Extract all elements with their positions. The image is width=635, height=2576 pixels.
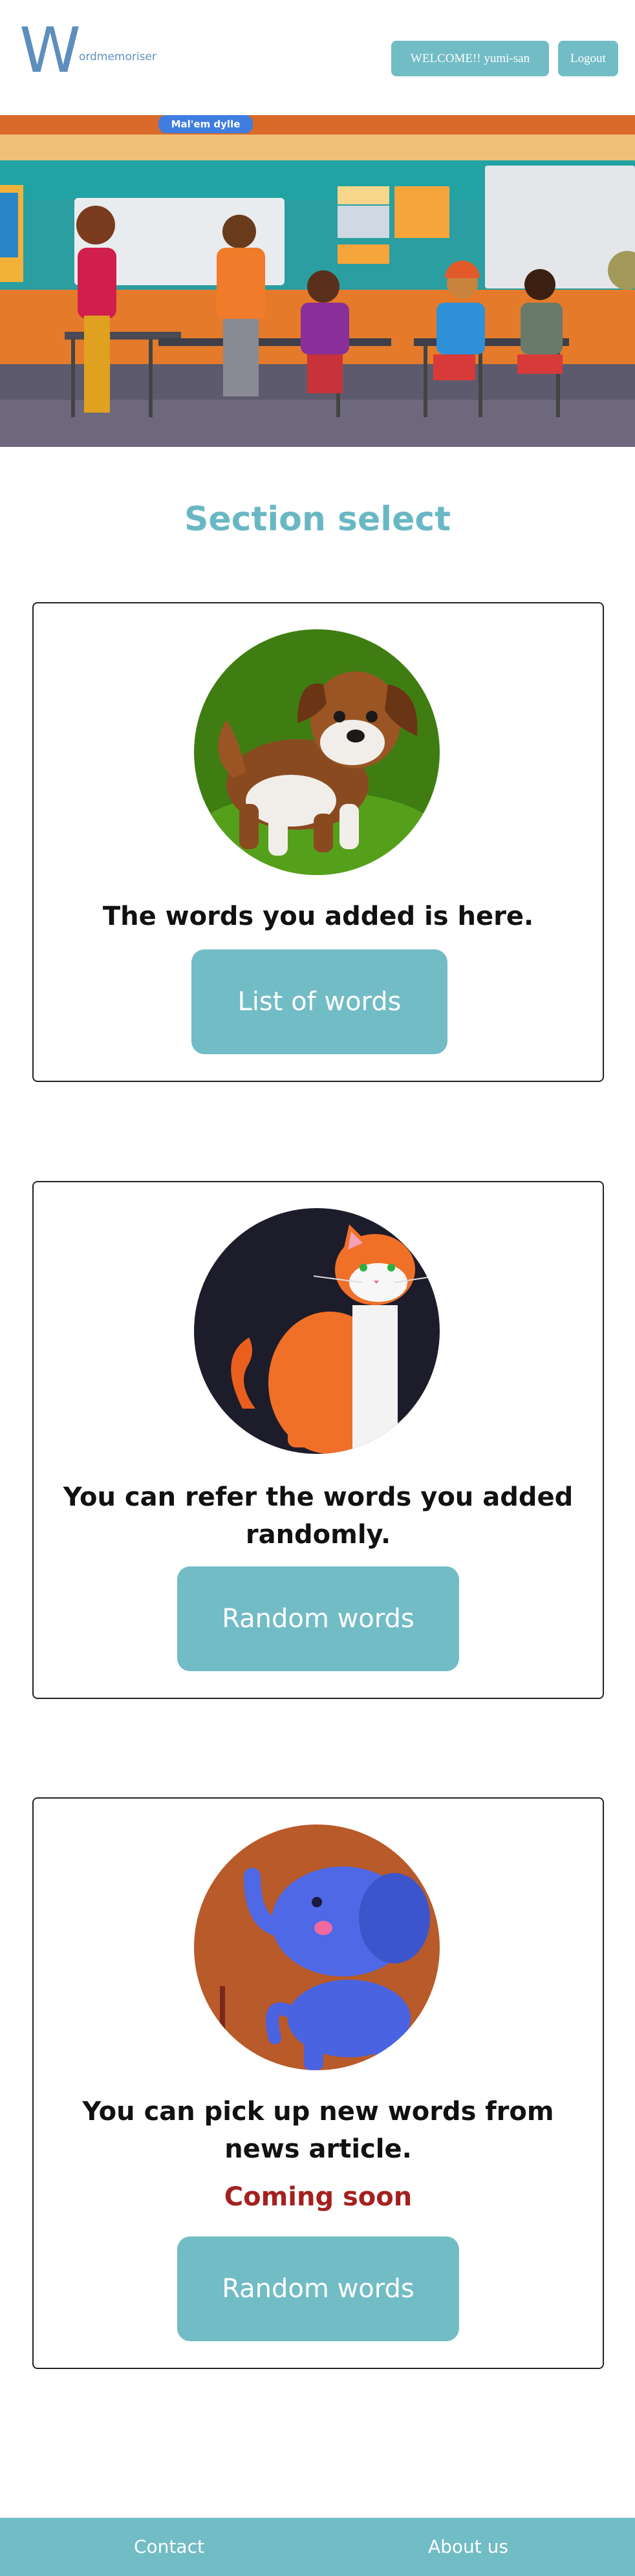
card-news-article: You can pick up new words from news arti… [32,1797,604,2369]
site-footer: Contact About us [0,2518,635,2576]
classroom-illustration: Mal'em dylle [0,115,635,447]
random-words-button-disabled[interactable]: Random words [177,2236,459,2341]
random-words-button[interactable]: Random words [177,1566,459,1671]
hero-banner-text: Mal'em dylle [171,118,241,130]
elephant-image [194,1824,440,2070]
about-us-link[interactable]: About us [428,2536,508,2557]
page-title: Section select [184,500,451,539]
card-description: You can refer the words you added random… [63,1482,574,1550]
coming-soon-label: Coming soon [224,2182,413,2212]
card-random-words: You can refer the words you added random… [32,1181,604,1699]
logo-wordmark: ordmemoriser [79,50,156,63]
contact-link[interactable]: Contact [134,2536,204,2557]
card-description: You can pick up new words from news arti… [82,2097,554,2164]
logout-button[interactable]: Logout [558,41,618,76]
site-header: W ordmemoriser WELCOME!! yumi-san Logout [0,0,635,115]
card-description: The words you added is here. [102,902,534,931]
logo-letter: W [19,14,81,87]
card-list-of-words: The words you added is here. List of wor… [32,602,604,1082]
welcome-button[interactable]: WELCOME!! yumi-san [391,41,549,76]
cat-image [194,1208,440,1454]
hero-image: Mal'em dylle [0,115,635,447]
dog-image [194,629,440,875]
list-of-words-button[interactable]: List of words [191,949,447,1054]
